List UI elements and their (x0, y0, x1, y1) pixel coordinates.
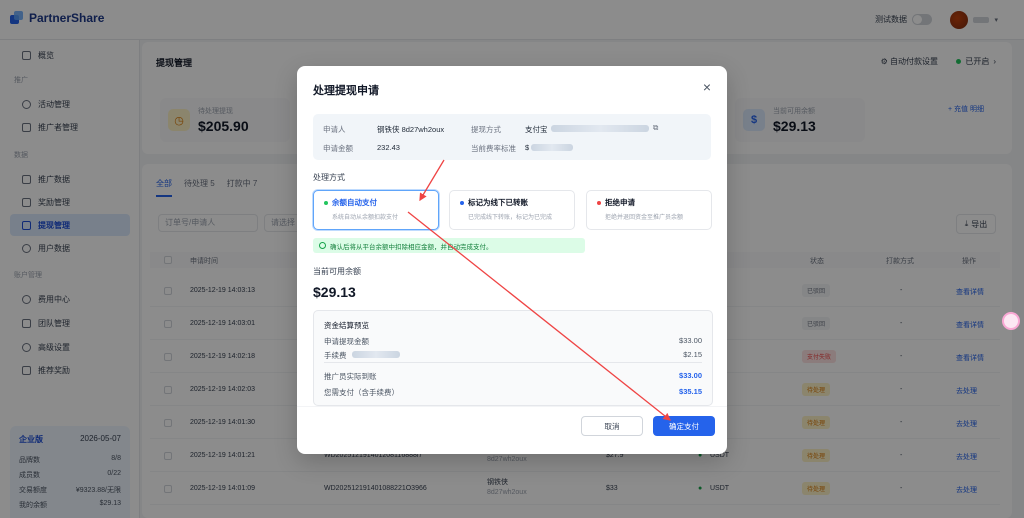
dialog-footer-divider (297, 406, 727, 407)
option-auto-balance-pay[interactable]: 余额自动支付 系统自动从余额扣款支付 (313, 190, 439, 230)
amount-value: 232.43 (377, 143, 400, 152)
applicant-label: 申请人 (323, 125, 346, 134)
method-section-label: 处理方式 (313, 173, 345, 182)
settle-row-value: $33.00 (679, 371, 702, 380)
settle-row-label: 手续费 (324, 351, 347, 360)
process-withdrawal-dialog: 处理提现申请 × 申请人 钢铁侠 8d27wh2oux 提现方式 支付宝 ⧉ 申… (297, 66, 727, 454)
blue-dot-icon (460, 200, 464, 205)
fee-rate-redacted (352, 351, 400, 358)
red-dot-icon (597, 200, 601, 205)
fee-standard-value: $ (525, 143, 530, 152)
copy-icon[interactable]: ⧉ (653, 123, 658, 133)
current-balance-value: $29.13 (313, 284, 356, 300)
account-redacted (551, 125, 649, 132)
check-circle-icon (319, 242, 326, 249)
withdraw-method-label: 提现方式 (471, 125, 501, 134)
confirm-tip: 确认后将从平台余额中扣除相应金额，并自动完成支付。 (313, 238, 585, 253)
green-dot-icon (324, 200, 328, 205)
amount-label: 申请金额 (323, 144, 353, 153)
settle-row-value: $35.15 (679, 387, 702, 396)
settlement-title: 资金结算预览 (324, 321, 369, 330)
option-reject[interactable]: 拒绝申请 拒绝并退回资金至推广员余额 (586, 190, 712, 230)
fee-redacted (531, 144, 573, 151)
floating-assistant-icon[interactable] (1002, 312, 1020, 330)
settle-row-label: 您需支付（含手续费） (324, 388, 399, 397)
confirm-pay-button[interactable]: 确定支付 (653, 416, 715, 436)
dialog-title: 处理提现申请 (313, 85, 379, 97)
divider (324, 362, 702, 363)
settle-row-label: 推广员实际到账 (324, 372, 377, 381)
applicant-value: 钢铁侠 8d27wh2oux (377, 125, 445, 134)
option-mark-offline[interactable]: 标记为线下已转账 已完成线下转账，标记为已完成 (449, 190, 575, 230)
settle-row-value: $2.15 (683, 350, 702, 359)
current-balance-label: 当前可用余额 (313, 267, 361, 276)
fee-standard-label: 当前费率标准 (471, 144, 516, 153)
settle-row-value: $33.00 (679, 336, 702, 345)
withdraw-method-value: 支付宝 (525, 125, 548, 134)
close-icon[interactable]: × (703, 80, 711, 94)
settle-row-label: 申请提现金额 (324, 337, 369, 346)
cancel-button[interactable]: 取消 (581, 416, 643, 436)
applicant-info-panel: 申请人 钢铁侠 8d27wh2oux 提现方式 支付宝 ⧉ 申请金额 232.4… (313, 114, 711, 160)
settlement-preview: 资金结算预览 申请提现金额 $33.00 手续费 $2.15 推广员实际到账 $… (313, 310, 713, 406)
